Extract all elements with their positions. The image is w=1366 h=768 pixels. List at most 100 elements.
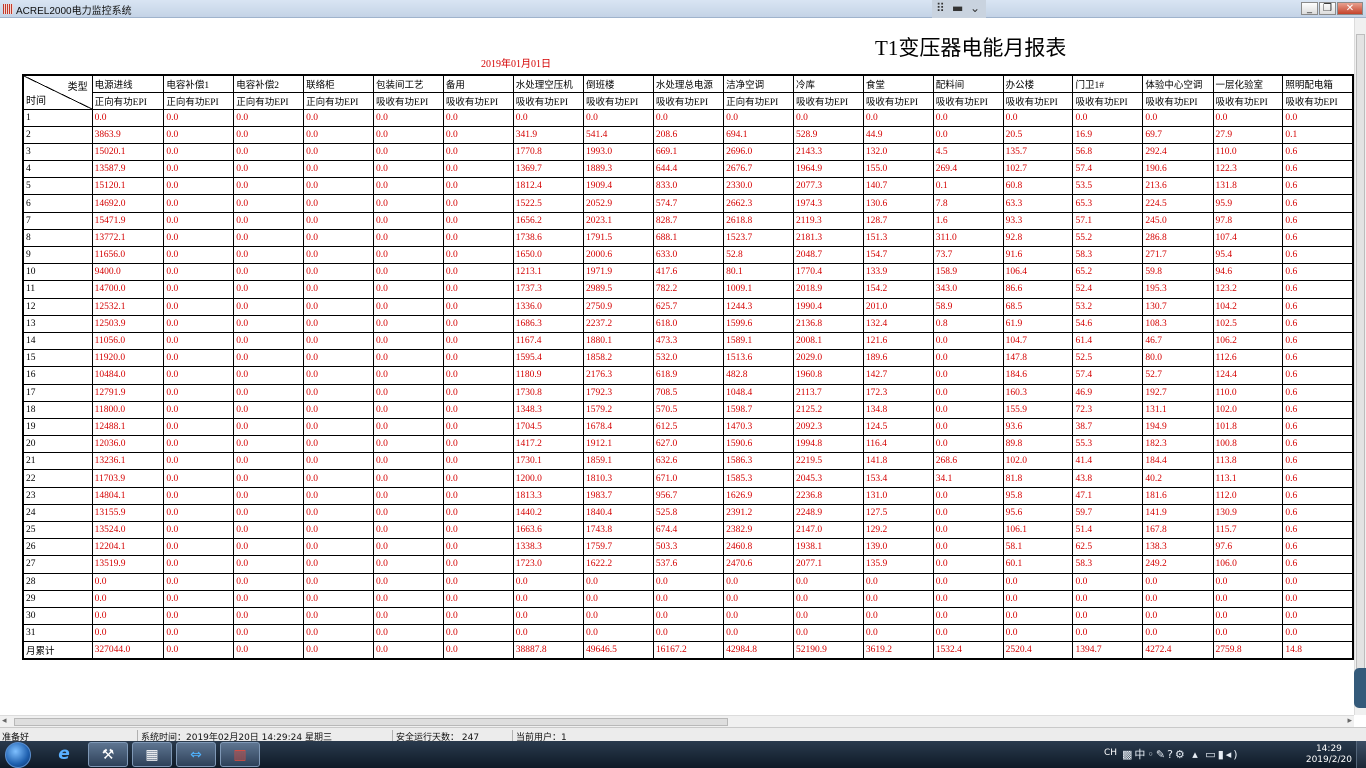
value-cell: 20.5 — [1002, 125, 1074, 144]
scroll-right-arrow-icon[interactable]: ▸ — [1347, 716, 1352, 726]
value-cell: 0.0 — [442, 624, 514, 643]
horizontal-scroll-thumb[interactable] — [14, 718, 728, 726]
value-cell: 0.0 — [91, 108, 165, 127]
restore-button[interactable]: ❐ — [1319, 2, 1336, 15]
value-cell: 0.0 — [163, 228, 235, 248]
value-cell: 2008.1 — [792, 331, 864, 351]
show-desktop-button[interactable] — [1356, 741, 1366, 768]
value-cell: 0.0 — [233, 245, 305, 265]
value-cell: 52.8 — [723, 245, 794, 265]
vertical-scroll-thumb[interactable] — [1356, 34, 1365, 694]
value-cell: 2248.9 — [792, 503, 864, 523]
internet-explorer-icon[interactable]: e — [44, 742, 84, 767]
value-cell: 688.1 — [652, 228, 725, 248]
minimize-report-icon[interactable]: ▬ — [952, 1, 963, 15]
day-cell: 18 — [22, 400, 93, 419]
value-cell: 627.0 — [652, 435, 725, 454]
value-cell: 7.8 — [932, 194, 1004, 213]
value-cell: 154.7 — [862, 245, 934, 265]
value-cell: 1909.4 — [582, 177, 654, 196]
total-cell: 0.0 — [303, 641, 375, 660]
value-cell: 0.0 — [792, 108, 864, 127]
value-cell: 0.0 — [1282, 589, 1354, 608]
value-cell: 612.5 — [652, 417, 725, 437]
tray-icons[interactable]: ▩中◦✎?⚙ ▴ ▭▮◂) — [1122, 746, 1240, 762]
value-cell: 0.0 — [442, 228, 514, 248]
day-cell: 22 — [22, 469, 93, 488]
value-cell: 124.4 — [1212, 366, 1284, 385]
close-button[interactable]: ✕ — [1337, 2, 1363, 15]
value-cell: 106.4 — [1002, 263, 1074, 282]
value-cell: 0.0 — [932, 349, 1004, 368]
value-cell: 2018.9 — [792, 280, 864, 299]
report-title: T1变压器电能月报表 — [875, 36, 1067, 60]
value-cell: 0.0 — [163, 503, 235, 523]
scroll-left-arrow-icon[interactable]: ◂ — [2, 716, 7, 726]
value-cell: 0.0 — [512, 108, 584, 127]
value-cell: 0.1 — [1282, 125, 1354, 144]
value-cell: 1213.1 — [512, 263, 584, 282]
value-cell: 0.0 — [163, 314, 235, 333]
value-cell: 34.1 — [932, 469, 1004, 488]
ime-indicator[interactable]: CH — [1104, 748, 1117, 758]
value-cell: 1579.2 — [582, 400, 654, 419]
minimize-button[interactable]: _ — [1301, 2, 1318, 15]
value-cell: 89.8 — [1002, 435, 1074, 454]
column-header-metric: 吸收有功EPI — [512, 91, 584, 110]
value-cell: 65.2 — [1072, 263, 1144, 282]
table-row: 19 12488.1 0.0 0.0 0.0 0.0 0.0 1704.5 1678.4 612.… — [22, 417, 1354, 437]
value-cell: 0.0 — [303, 263, 375, 282]
value-cell: 0.0 — [862, 589, 934, 608]
value-cell: 0.6 — [1282, 228, 1354, 248]
value-cell: 2048.7 — [792, 245, 864, 265]
value-cell: 1964.9 — [792, 160, 864, 179]
value-cell: 113.1 — [1212, 469, 1284, 488]
value-cell: 16.9 — [1072, 125, 1144, 144]
value-cell: 0.0 — [303, 211, 375, 230]
value-cell: 0.0 — [373, 331, 444, 351]
value-cell: 2750.9 — [582, 297, 654, 316]
vertical-scrollbar[interactable] — [1354, 18, 1366, 715]
grip-icon[interactable]: ⠿ — [936, 1, 945, 15]
value-cell: 0.0 — [303, 606, 375, 626]
value-cell: 57.4 — [1072, 366, 1144, 385]
value-cell: 0.0 — [582, 624, 654, 643]
value-cell: 194.9 — [1142, 417, 1214, 437]
calculator-icon[interactable]: ▦ — [132, 742, 172, 767]
column-header-metric: 正向有功EPI — [303, 91, 375, 110]
teamviewer-icon[interactable]: ⇔ — [176, 742, 216, 767]
value-cell: 2662.3 — [723, 194, 794, 213]
column-header-name: 冷库 — [792, 74, 864, 93]
value-cell: 0.0 — [723, 624, 794, 643]
value-cell: 0.6 — [1282, 520, 1354, 540]
value-cell: 46.7 — [1142, 331, 1214, 351]
horizontal-scrollbar[interactable]: ◂ ▸ — [0, 715, 1354, 727]
value-cell: 343.0 — [932, 280, 1004, 299]
value-cell: 0.0 — [442, 366, 514, 385]
collapse-chevron-icon[interactable]: ⌄ — [970, 1, 980, 15]
value-cell: 0.0 — [163, 125, 235, 144]
table-row: 10 9400.0 0.0 0.0 0.0 0.0 0.0 1213.1 1971.9 417.6… — [22, 263, 1354, 282]
value-cell: 0.0 — [373, 211, 444, 230]
side-panel-handle[interactable] — [1354, 668, 1366, 708]
day-cell: 19 — [22, 417, 93, 437]
value-cell: 0.0 — [233, 469, 305, 488]
value-cell: 0.0 — [233, 297, 305, 316]
value-cell: 0.0 — [862, 108, 934, 127]
taskbar-clock[interactable]: 14:29 2019/2/20 — [1306, 744, 1352, 766]
value-cell: 102.0 — [1002, 452, 1074, 471]
value-cell: 106.1 — [1002, 520, 1074, 540]
column-header-metric: 吸收有功EPI — [442, 91, 514, 110]
value-cell: 2077.3 — [792, 177, 864, 196]
tools-icon[interactable]: ⚒ — [88, 742, 128, 767]
table-row: 21 13236.1 0.0 0.0 0.0 0.0 0.0 1730.1 1859.1 632.… — [22, 452, 1354, 471]
windows-start-icon[interactable] — [5, 742, 31, 768]
value-cell: 0.0 — [932, 366, 1004, 385]
acrel-app-icon[interactable]: ▥ — [220, 742, 260, 767]
value-cell: 1971.9 — [582, 263, 654, 282]
table-row: 31 0.0 0.0 0.0 0.0 0.0 0.0 0.0 0.0 0.0 0.0 0.0 0.0 0.… — [22, 624, 1354, 643]
column-header-name: 备用 — [442, 74, 514, 93]
value-cell: 1840.4 — [582, 503, 654, 523]
value-cell: 0.0 — [723, 606, 794, 626]
value-cell: 115.7 — [1212, 520, 1284, 540]
